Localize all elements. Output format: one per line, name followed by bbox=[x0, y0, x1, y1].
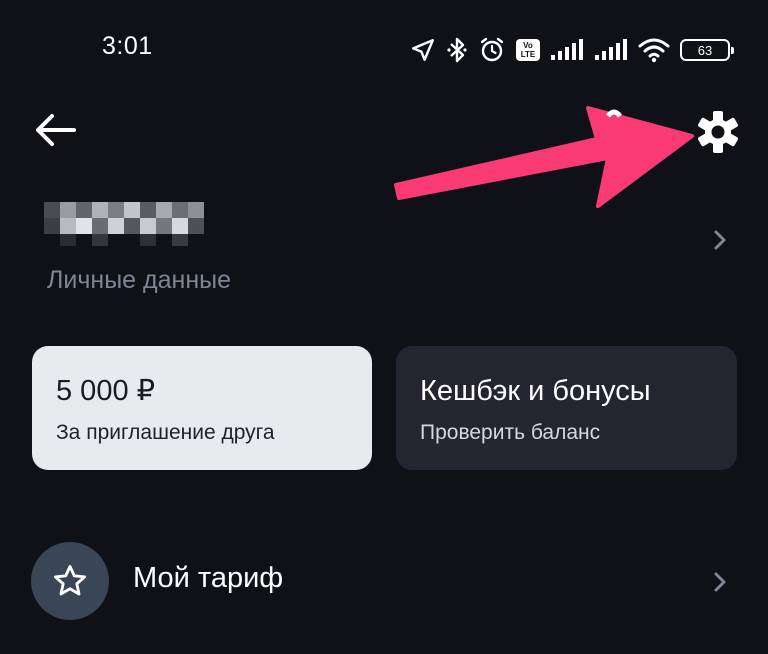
settings-button[interactable] bbox=[692, 106, 744, 158]
chevron-right-icon bbox=[714, 572, 726, 592]
volte-label-bottom: LTE bbox=[520, 50, 536, 59]
profile-row[interactable]: Личные данные bbox=[0, 180, 768, 300]
redacted-name bbox=[40, 188, 216, 252]
volte-icon: Vo LTE bbox=[516, 39, 540, 61]
star-icon bbox=[54, 565, 86, 596]
partial-icon-behind-arrow bbox=[606, 109, 622, 118]
chevron-right-icon bbox=[714, 230, 726, 250]
cashback-card-title: Кешбэк и бонусы bbox=[420, 375, 651, 407]
status-time: 3:01 bbox=[102, 32, 153, 60]
battery-icon: 63 bbox=[680, 39, 734, 61]
wifi-icon bbox=[638, 38, 670, 63]
arrow-left-icon bbox=[36, 114, 76, 146]
signal-icon bbox=[595, 39, 627, 60]
signal-icon bbox=[551, 39, 583, 60]
battery-level: 63 bbox=[697, 42, 713, 58]
tariff-icon-circle bbox=[31, 542, 109, 620]
alarm-icon bbox=[480, 37, 504, 62]
location-arrow-icon bbox=[412, 39, 434, 61]
volte-label-top: Vo bbox=[523, 41, 533, 50]
cashback-card-subtitle: Проверить баланс bbox=[420, 421, 601, 444]
bluetooth-icon bbox=[447, 37, 467, 63]
account-screen: 3:01 Vo LTE 63 Личные данные 5 000 ₽ За … bbox=[0, 0, 768, 654]
invite-card-subtitle: За приглашение друга bbox=[56, 421, 275, 444]
back-button[interactable] bbox=[32, 108, 80, 152]
gear-icon bbox=[698, 111, 738, 153]
invite-friend-card[interactable]: 5 000 ₽ За приглашение друга bbox=[32, 346, 372, 470]
my-tariff-row[interactable]: Мой тариф bbox=[0, 540, 768, 620]
status-icons: Vo LTE 63 bbox=[410, 34, 734, 66]
invite-card-title: 5 000 ₽ bbox=[56, 375, 156, 407]
profile-subtitle: Личные данные bbox=[47, 266, 231, 294]
tariff-label: Мой тариф bbox=[133, 562, 284, 594]
cashback-card[interactable]: Кешбэк и бонусы Проверить баланс bbox=[396, 346, 737, 470]
